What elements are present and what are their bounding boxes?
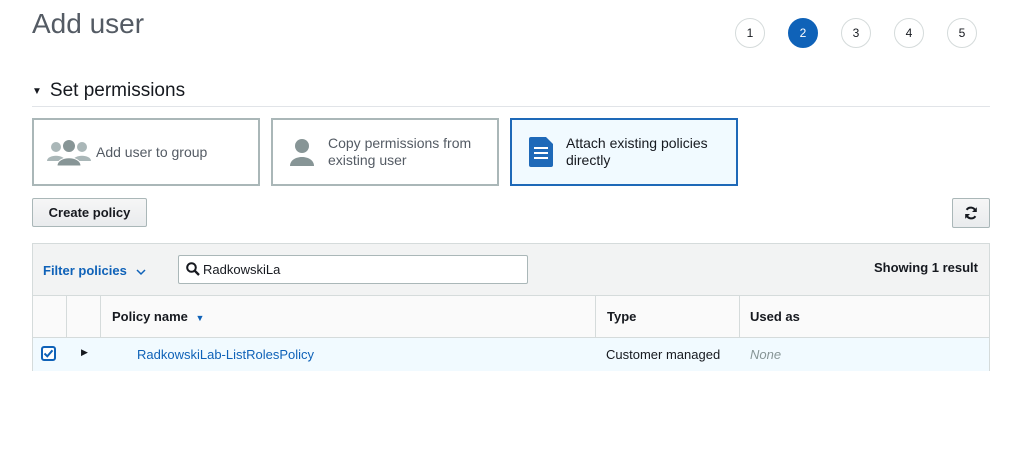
checkmark-icon <box>43 349 54 358</box>
step-4[interactable]: 4 <box>894 18 924 48</box>
result-count: Showing 1 result <box>873 260 978 275</box>
page-title: Add user <box>32 8 145 39</box>
table-toolbar: Filter policies Showing 1 result <box>33 244 989 296</box>
table-row[interactable]: ▶ RadkowskiLab-ListRolesPolicy Customer … <box>33 338 989 371</box>
policy-used-as: None <box>750 347 782 362</box>
type-column-header[interactable]: Type <box>607 309 636 324</box>
step-2[interactable]: 2 <box>788 18 818 48</box>
attach-policies-option[interactable]: Attach existing policies directly <box>510 118 738 186</box>
step-1[interactable]: 1 <box>735 18 765 48</box>
copy-permissions-label: Copy permissions from existing user <box>328 135 472 168</box>
group-icon <box>47 137 91 167</box>
policies-table: Filter policies Showing 1 result Policy … <box>32 243 990 371</box>
refresh-icon <box>964 206 978 220</box>
add-user-to-group-label: Add user to group <box>96 143 208 160</box>
policy-search-box[interactable] <box>178 255 528 284</box>
row-checkbox[interactable] <box>41 346 56 361</box>
table-header: Policy name ▼ Type Used as <box>33 296 989 338</box>
step-3[interactable]: 3 <box>841 18 871 48</box>
create-policy-button[interactable]: Create policy <box>32 198 147 227</box>
filter-policies-dropdown[interactable]: Filter policies <box>43 263 146 279</box>
attach-policies-label: Attach existing policies directly <box>566 135 708 168</box>
policy-name-column-header[interactable]: Policy name ▼ <box>112 309 204 324</box>
policy-type: Customer managed <box>606 347 721 362</box>
policy-search-input[interactable] <box>203 260 503 279</box>
wizard-steps: 1 2 3 4 5 <box>735 18 1000 48</box>
used-as-column-header[interactable]: Used as <box>750 309 800 324</box>
sort-down-icon: ▼ <box>195 313 205 323</box>
user-icon <box>290 138 314 166</box>
filter-policies-label: Filter policies <box>43 263 127 278</box>
section-title: Set permissions <box>49 80 186 101</box>
chevron-down-icon <box>136 264 146 279</box>
refresh-button[interactable] <box>952 198 990 228</box>
set-permissions-header[interactable]: ▼ Set permissions <box>32 80 990 107</box>
policy-name-link[interactable]: RadkowskiLab-ListRolesPolicy <box>137 347 314 362</box>
add-user-to-group-option[interactable]: Add user to group <box>32 118 260 186</box>
policy-name-header-label: Policy name <box>112 309 188 324</box>
caret-down-icon: ▼ <box>32 86 42 97</box>
expand-row-icon[interactable]: ▶ <box>81 347 88 358</box>
search-icon <box>186 262 200 276</box>
document-icon <box>529 137 553 167</box>
copy-permissions-option[interactable]: Copy permissions from existing user <box>271 118 499 186</box>
step-5[interactable]: 5 <box>947 18 977 48</box>
